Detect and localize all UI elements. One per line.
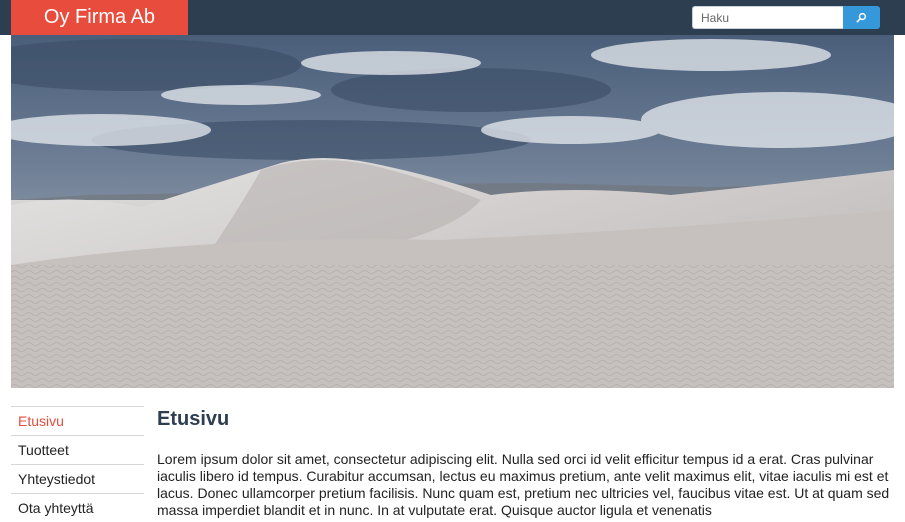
sidebar-nav: Etusivu Tuotteet Yhteystiedot Ota yhteyt…: [11, 406, 144, 522]
search-form: [692, 6, 880, 29]
sidebar-item-tuotteet[interactable]: Tuotteet: [11, 435, 144, 464]
search-input[interactable]: [692, 6, 843, 29]
top-navbar: Oy Firma Ab: [0, 0, 905, 35]
sidebar-item-etusivu[interactable]: Etusivu: [11, 406, 144, 435]
search-button[interactable]: [843, 6, 880, 29]
sidebar-item-yhteystiedot[interactable]: Yhteystiedot: [11, 464, 144, 493]
search-icon: [856, 12, 867, 23]
sidebar-item-ota-yhteytta[interactable]: Ota yhteyttä: [11, 493, 144, 522]
main-content: Etusivu Lorem ipsum dolor sit amet, cons…: [157, 406, 892, 519]
hero-image: [11, 35, 894, 388]
page-title: Etusivu: [157, 408, 230, 430]
site-logo[interactable]: Oy Firma Ab: [11, 0, 188, 35]
